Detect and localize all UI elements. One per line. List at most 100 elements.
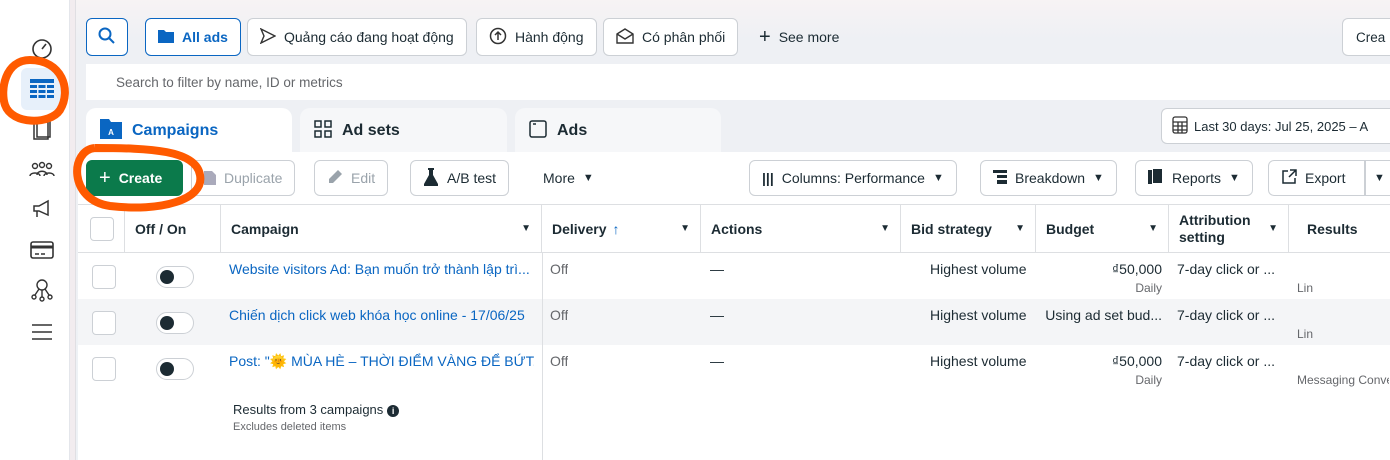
more-dropdown[interactable]: More ▼ bbox=[530, 160, 607, 196]
sort-up-icon: ↑ bbox=[612, 220, 620, 237]
header-actions[interactable]: Actions ▼ bbox=[701, 205, 901, 253]
row-checkbox[interactable] bbox=[92, 311, 116, 335]
search-icon bbox=[98, 27, 116, 48]
tab-campaigns[interactable]: A Campaigns bbox=[86, 108, 292, 154]
table-footer: Results from 3 campaigns i Excludes dele… bbox=[233, 401, 400, 433]
breakdown-icon bbox=[993, 169, 1007, 187]
table-row[interactable]: Website visitors Ad: Bạn muốn trở thành … bbox=[78, 253, 1390, 299]
audience-icon[interactable] bbox=[22, 150, 62, 190]
plus-icon: + bbox=[759, 25, 771, 48]
ab-test-button[interactable]: A/B test bbox=[410, 160, 510, 196]
svg-text:A: A bbox=[108, 128, 114, 137]
caret-down-icon: ▼ bbox=[1015, 223, 1025, 234]
create-button[interactable]: + Create bbox=[86, 160, 183, 196]
reports-dropdown[interactable]: Reports ▼ bbox=[1135, 160, 1253, 196]
delivery-status: Off bbox=[550, 307, 569, 323]
actions-value: — bbox=[710, 353, 724, 369]
delivery-status: Off bbox=[550, 353, 569, 369]
campaign-toggle[interactable] bbox=[156, 266, 194, 288]
search-button[interactable] bbox=[86, 18, 128, 56]
pages-icon[interactable] bbox=[22, 110, 62, 150]
breakdown-dropdown[interactable]: Breakdown ▼ bbox=[980, 160, 1117, 196]
campaign-name-link[interactable]: Chiến dịch click web khóa học online - 1… bbox=[229, 307, 534, 323]
header-campaign[interactable]: Campaign ▼ bbox=[221, 205, 542, 253]
caret-down-icon: ▼ bbox=[880, 223, 890, 234]
plus-icon: + bbox=[99, 166, 111, 189]
arrow-up-circle-icon bbox=[489, 27, 507, 48]
header-attribution[interactable]: Attribution setting ▼ bbox=[1169, 205, 1289, 253]
caret-down-icon: ▼ bbox=[1374, 172, 1385, 184]
row-checkbox[interactable] bbox=[92, 265, 116, 289]
megaphone-icon[interactable] bbox=[22, 190, 62, 230]
ad-sets-icon bbox=[314, 119, 332, 143]
reports-icon bbox=[1148, 168, 1164, 188]
budget-type: Daily bbox=[1135, 373, 1162, 387]
left-sidebar bbox=[0, 0, 70, 460]
bid-strategy-value: Highest volume bbox=[930, 307, 1027, 323]
caret-down-icon: ▼ bbox=[1148, 223, 1158, 234]
export-icon bbox=[1281, 168, 1297, 188]
campaign-toggle[interactable] bbox=[156, 358, 194, 380]
send-icon bbox=[259, 27, 277, 47]
duplicate-button[interactable]: Duplicate bbox=[191, 160, 296, 196]
header-budget[interactable]: Budget ▼ bbox=[1036, 205, 1169, 253]
pencil-icon bbox=[327, 169, 343, 188]
see-more-button[interactable]: + See more bbox=[746, 18, 852, 56]
results-type: Lin bbox=[1297, 327, 1314, 341]
budget-value: Using ad set bud... bbox=[1045, 307, 1162, 323]
row-checkbox[interactable] bbox=[92, 357, 116, 381]
campaign-name-link[interactable]: Website visitors Ad: Bạn muốn trở thành … bbox=[229, 261, 534, 277]
table-row[interactable]: Post: "🌞 MÙA HÈ – THỜI ĐIỂM VÀNG ĐỂ BỨT.… bbox=[78, 345, 1390, 391]
campaign-name-link[interactable]: Post: "🌞 MÙA HÈ – THỜI ĐIỂM VÀNG ĐỂ BỨT.… bbox=[229, 353, 534, 370]
create-view-button[interactable]: Crea bbox=[1342, 18, 1390, 56]
caret-down-icon: ▼ bbox=[521, 223, 531, 234]
caret-down-icon: ▼ bbox=[582, 172, 594, 184]
columns-dropdown[interactable]: ||| Columns: Performance ▼ bbox=[749, 160, 957, 196]
table-row[interactable]: Chiến dịch click web khóa học online - 1… bbox=[78, 299, 1390, 345]
caret-down-icon: ▼ bbox=[1229, 172, 1240, 184]
info-icon[interactable]: i bbox=[387, 405, 400, 417]
select-all-checkbox[interactable] bbox=[90, 217, 114, 241]
actions-value: — bbox=[710, 261, 724, 277]
attribution-value: 7-day click or ... bbox=[1177, 353, 1276, 369]
delivery-status: Off bbox=[550, 261, 569, 277]
envelope-icon bbox=[616, 27, 634, 47]
header-select-all bbox=[78, 205, 125, 253]
duplicate-icon bbox=[204, 169, 216, 188]
caret-down-icon: ▼ bbox=[1268, 222, 1278, 234]
gauge-icon[interactable] bbox=[22, 28, 62, 68]
results-type: Messaging Conve bbox=[1297, 373, 1389, 387]
campaign-toggle[interactable] bbox=[156, 312, 194, 334]
header-delivery[interactable]: Delivery ↑ ▼ bbox=[542, 205, 701, 253]
folder-icon bbox=[158, 29, 174, 46]
filter-all-ads[interactable]: All ads bbox=[145, 18, 241, 56]
budget-value: ₫50,000 bbox=[1111, 261, 1162, 277]
export-more-dropdown[interactable]: ▼ bbox=[1365, 160, 1390, 196]
budget-type: Daily bbox=[1135, 281, 1162, 295]
tab-ad-sets[interactable]: Ad sets bbox=[300, 108, 507, 154]
campaign-folder-icon: A bbox=[100, 118, 122, 144]
column-divider bbox=[542, 253, 543, 460]
export-button[interactable]: Export bbox=[1268, 160, 1365, 196]
filter-active-ads[interactable]: Quảng cáo đang hoạt động bbox=[247, 18, 467, 56]
filter-delivered[interactable]: Có phân phối bbox=[603, 18, 739, 56]
caret-down-icon: ▼ bbox=[680, 223, 690, 234]
filter-actions[interactable]: Hành động bbox=[476, 18, 597, 56]
table-icon[interactable] bbox=[21, 68, 63, 110]
billing-card-icon[interactable] bbox=[22, 230, 62, 270]
bid-strategy-value: Highest volume bbox=[930, 261, 1027, 277]
budget-value: ₫50,000 bbox=[1111, 353, 1162, 369]
results-type: Lin bbox=[1297, 281, 1314, 295]
network-icon[interactable] bbox=[22, 270, 62, 310]
header-results[interactable]: Results bbox=[1289, 205, 1390, 253]
flask-icon bbox=[423, 167, 439, 189]
search-input[interactable]: Search to filter by name, ID or metrics bbox=[86, 64, 1390, 100]
attribution-value: 7-day click or ... bbox=[1177, 307, 1276, 323]
date-range-picker[interactable]: Last 30 days: Jul 25, 2025 – A bbox=[1161, 108, 1390, 144]
tab-ads[interactable]: Ads bbox=[515, 108, 721, 154]
edit-button[interactable]: Edit bbox=[314, 160, 389, 196]
caret-down-icon: ▼ bbox=[1093, 172, 1104, 184]
header-bid-strategy[interactable]: Bid strategy ▼ bbox=[901, 205, 1036, 253]
menu-icon[interactable] bbox=[22, 312, 62, 352]
attribution-label: Attribution setting bbox=[1179, 211, 1251, 245]
